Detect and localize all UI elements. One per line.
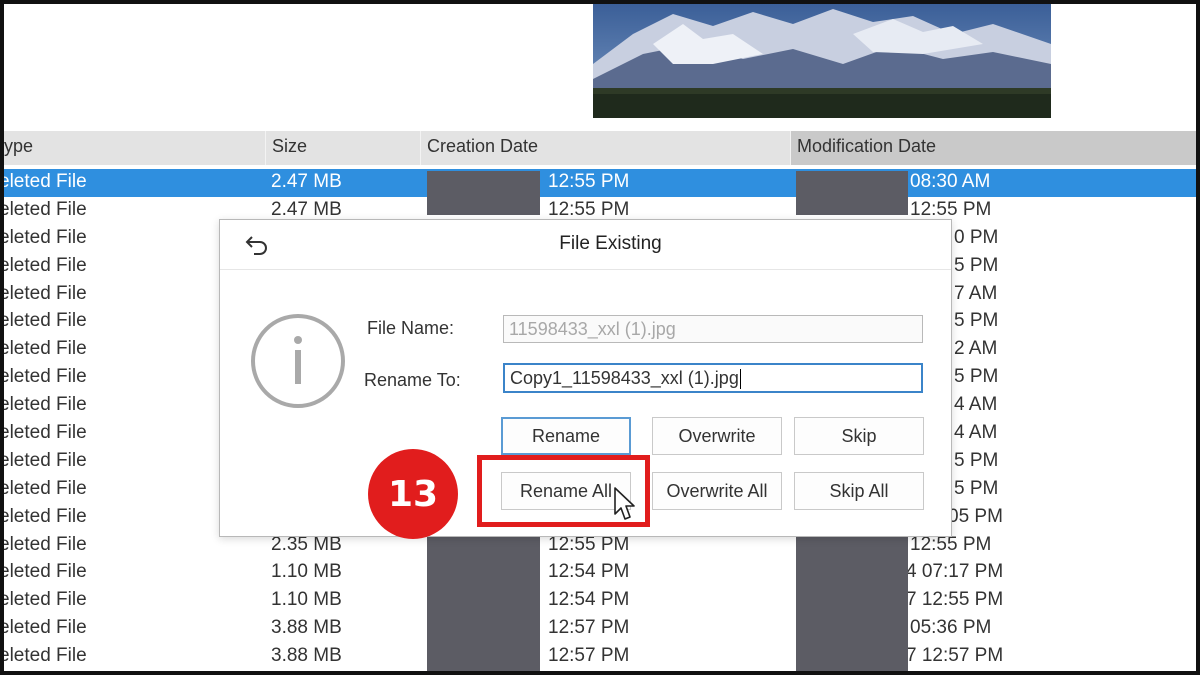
cell-size: 3.88 MB	[271, 645, 342, 667]
redaction-block	[427, 536, 540, 672]
cell-modification-date: 7 12:57 PM	[906, 645, 1004, 667]
cell-type: eleted File	[0, 477, 87, 499]
cell-type: eleted File	[0, 589, 87, 611]
cell-type: eleted File	[0, 338, 87, 360]
cell-modification-date: 4 07:17 PM	[906, 561, 1004, 583]
cell-type: eleted File	[0, 310, 87, 332]
step-number-badge: 13	[368, 449, 458, 539]
file-table-header: ype Size Creation Date Modification Date	[4, 131, 1196, 165]
file-preview-image	[593, 4, 1051, 118]
cell-creation-date: 12:55 PM	[548, 198, 630, 220]
cell-modification-date: 12:55 PM	[910, 198, 992, 220]
rename-to-field[interactable]: Copy1_11598433_xxl (1).jpg	[503, 363, 923, 393]
skip-button[interactable]: Skip	[794, 417, 924, 455]
info-icon	[249, 312, 347, 410]
cell-creation-date: 12:57 PM	[548, 645, 630, 667]
cell-type: eleted File	[0, 533, 87, 555]
cell-type: eleted File	[0, 366, 87, 388]
redaction-block	[796, 536, 908, 672]
cell-modification-date: 4 AM	[954, 394, 998, 416]
cell-creation-date: 12:54 PM	[548, 561, 630, 583]
cell-size: 1.10 MB	[271, 589, 342, 611]
cell-creation-date: 12:55 PM	[548, 171, 630, 192]
cell-size: 2.47 MB	[271, 198, 342, 220]
table-row[interactable]: eleted File 2.47 MB 12:55 PM 08:30 AM	[0, 169, 1196, 197]
cell-modification-date: 7 AM	[954, 282, 998, 304]
dialog-titlebar: File Existing	[220, 220, 951, 270]
redaction-block	[796, 171, 908, 215]
cell-type: eleted File	[0, 645, 87, 667]
rename-to-label: Rename To:	[364, 370, 461, 390]
column-header-type[interactable]: ype	[4, 131, 266, 165]
column-header-creation-date[interactable]: Creation Date	[421, 131, 791, 165]
cell-modification-date: 7 12:55 PM	[906, 589, 1004, 611]
table-row[interactable]: eleted File 3.88 MB 12:57 PM 05:36 PM	[0, 615, 1196, 643]
rename-button[interactable]: Rename	[501, 417, 631, 455]
cell-type: eleted File	[0, 226, 87, 248]
cell-size: 1.10 MB	[271, 561, 342, 583]
cell-modification-date: 2 AM	[954, 338, 998, 360]
cell-type: eleted File	[0, 422, 87, 444]
cell-modification-date: 5 PM	[954, 310, 999, 332]
cell-type: eleted File	[0, 617, 87, 639]
cell-creation-date: 12:54 PM	[548, 589, 630, 611]
table-row[interactable]: eleted File 3.88 MB 12:57 PM 7 12:57 PM	[0, 643, 1196, 671]
cell-modification-date: 5 PM	[954, 477, 999, 499]
cell-modification-date: 4 AM	[954, 422, 998, 444]
file-name-field: 11598433_xxl (1).jpg	[503, 315, 923, 343]
cell-type: eleted File	[0, 282, 87, 304]
file-name-label: File Name:	[367, 318, 455, 338]
text-caret	[739, 369, 741, 390]
overwrite-button[interactable]: Overwrite	[652, 417, 782, 455]
cell-type: eleted File	[0, 449, 87, 471]
cell-type: eleted File	[0, 198, 87, 220]
dialog-title: File Existing	[559, 233, 662, 254]
cell-type: eleted File	[0, 254, 87, 276]
table-row[interactable]: eleted File 1.10 MB 12:54 PM 7 12:55 PM	[0, 587, 1196, 615]
cell-modification-date: 0 PM	[954, 226, 999, 248]
skip-all-button[interactable]: Skip All	[794, 472, 924, 510]
cell-modification-date: 05:36 PM	[910, 617, 992, 639]
table-row[interactable]: eleted File 1.10 MB 12:54 PM 4 07:17 PM	[0, 559, 1196, 587]
cell-creation-date: 12:57 PM	[548, 617, 630, 639]
overwrite-all-button[interactable]: Overwrite All	[652, 472, 782, 510]
cell-type: eleted File	[0, 171, 87, 192]
cell-modification-date: 08:30 AM	[910, 171, 991, 192]
cell-type: eleted File	[0, 561, 87, 583]
cell-modification-date: 5 PM	[954, 254, 999, 276]
cell-size: 2.47 MB	[271, 171, 342, 192]
column-header-modification-date[interactable]: Modification Date	[791, 131, 1196, 165]
cell-type: eleted File	[0, 394, 87, 416]
cell-type: eleted File	[0, 505, 87, 527]
cell-size: 3.88 MB	[271, 617, 342, 639]
cell-modification-date: 5 PM	[954, 366, 999, 388]
cell-modification-date: 05 PM	[948, 505, 1003, 527]
mouse-pointer-icon	[613, 486, 637, 522]
column-header-size[interactable]: Size	[266, 131, 421, 165]
rename-to-value: Copy1_11598433_xxl (1).jpg	[510, 368, 739, 388]
cell-modification-date: 5 PM	[954, 449, 999, 471]
redaction-block	[427, 171, 540, 215]
